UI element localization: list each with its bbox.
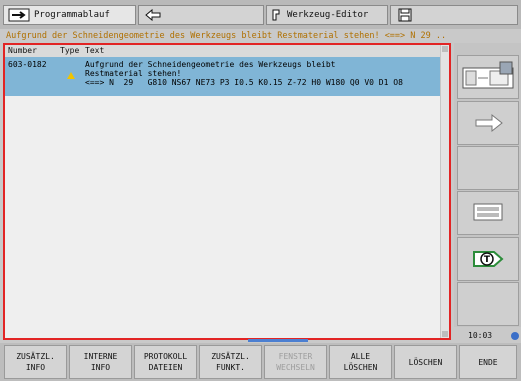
softkey-label-1: INTERNE (83, 352, 118, 361)
clock: 10:03 (454, 330, 521, 342)
machine-table-icon (473, 203, 503, 221)
tab-disk[interactable] (390, 5, 518, 25)
softkey-label-1: FENSTER (278, 352, 313, 361)
tool-editor-icon (271, 8, 283, 22)
scroll-down-icon[interactable] (442, 331, 448, 337)
program-run-icon (8, 8, 30, 22)
zusaetzl-info-softkey[interactable]: ZUSÄTZL. INFO (4, 345, 67, 379)
fenster-wechseln-softkey: FENSTER WECHSELN (264, 345, 327, 379)
tab-manual[interactable] (138, 5, 264, 25)
softkey-label-2: WECHSELN (276, 363, 315, 372)
machine-table-softkey[interactable] (457, 191, 519, 235)
loeschen-softkey[interactable]: LÖSCHEN (394, 345, 457, 379)
tool-t-icon: T (473, 251, 504, 267)
vertical-softkey-bar: T (454, 43, 521, 327)
column-number: Number (8, 46, 37, 55)
manual-mode-icon (143, 8, 165, 22)
message-line-3: <==> N 29 G810 NS67 NE73 P3 I0.5 K0.15 Z… (85, 78, 403, 87)
column-type: Type (60, 46, 80, 55)
arrow-right-icon (475, 113, 503, 133)
empty-softkey-3[interactable] (457, 146, 519, 190)
softkey-label-2: LÖSCHEN (343, 363, 378, 372)
softkey-label-1: LÖSCHEN (408, 357, 443, 367)
message-line-2: Restmaterial stehen! (85, 69, 182, 78)
interne-info-softkey[interactable]: INTERNE INFO (69, 345, 132, 379)
tab-werkzeug-editor[interactable]: Werkzeug-Editor (266, 5, 388, 25)
tab-label: Werkzeug-Editor (287, 10, 369, 20)
softkey-label-1: ALLE (350, 352, 371, 361)
softkey-row-indicator (248, 339, 308, 342)
message-line-1: Aufgrund der Schneidengeometrie des Werk… (85, 60, 336, 69)
empty-softkey-6[interactable] (457, 282, 519, 326)
softkey-label-2: INFO (25, 363, 46, 372)
softkey-label-2: DATEIEN (148, 363, 183, 372)
status-message: Aufgrund der Schneidengeometrie des Werk… (6, 31, 447, 41)
softkey-label-2: FUNKT. (216, 363, 245, 372)
warning-icon (67, 72, 75, 79)
tab-programmablauf[interactable]: Programmablauf (3, 5, 136, 25)
softkey-bar: ZUSÄTZL. INFO INTERNE INFO PROTOKOLL DAT… (0, 343, 521, 381)
list-item[interactable]: 603-0182 Aufgrund der Schneidengeometrie… (5, 57, 441, 96)
program-structure-icon (462, 61, 514, 89)
message-number: 603-0182 (8, 60, 47, 69)
message-text: Aufgrund der Schneidengeometrie des Werk… (85, 60, 403, 87)
mode-tab-bar: Programmablauf Werkzeug-Editor (0, 0, 521, 29)
vertical-scrollbar[interactable] (440, 45, 449, 338)
softkey-label-1: ZUSÄTZL. (211, 352, 250, 361)
ende-softkey[interactable]: ENDE (459, 345, 517, 379)
tool-t-softkey[interactable]: T (457, 237, 519, 281)
program-structure-softkey[interactable] (457, 55, 519, 99)
list-header: Number Type Text (5, 45, 441, 57)
svg-text:T: T (484, 255, 491, 265)
scroll-up-icon[interactable] (442, 46, 448, 52)
softkey-label-2: INFO (90, 363, 111, 372)
protokoll-dateien-softkey[interactable]: PROTOKOLL DATEIEN (134, 345, 197, 379)
status-dot-icon (511, 332, 519, 340)
tab-label: Programmablauf (34, 10, 110, 20)
softkey-label-1: ENDE (478, 357, 498, 367)
softkey-label-1: PROTOKOLL (143, 352, 188, 361)
error-message-list: Number Type Text 603-0182 Aufgrund der S… (3, 43, 451, 340)
softkey-label-1: ZUSÄTZL. (16, 352, 55, 361)
clock-time: 10:03 (468, 331, 493, 340)
disk-icon (395, 8, 417, 22)
alle-loeschen-softkey[interactable]: ALLE LÖSCHEN (329, 345, 392, 379)
zusaetzl-funkt-softkey[interactable]: ZUSÄTZL. FUNKT. (199, 345, 262, 379)
forward-softkey[interactable] (457, 101, 519, 145)
column-text: Text (85, 46, 105, 55)
